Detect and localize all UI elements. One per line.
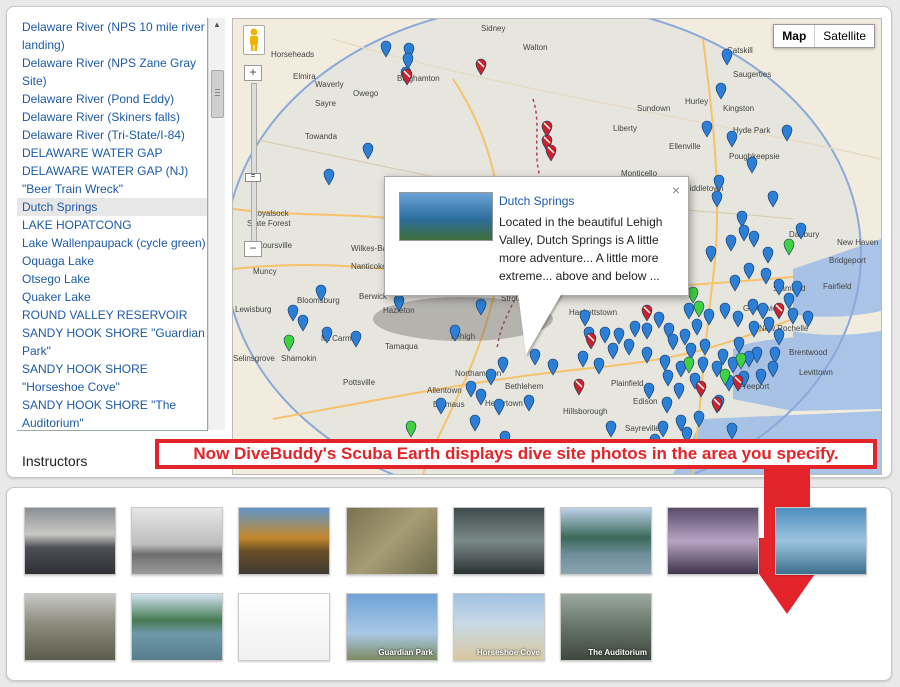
map-place-label: Owego	[353, 89, 379, 98]
map-place-label: Kingston	[723, 104, 754, 113]
map-place-label: Saugerties	[733, 70, 771, 79]
map-place-label: Bridgeport	[829, 256, 867, 265]
map-place-label: Selinsgrove	[233, 354, 275, 363]
map-place-label: Pottsville	[343, 378, 376, 387]
dive-site-item[interactable]: DELAWARE WATER GAP (NJ) "Beer Train Wrec…	[22, 162, 207, 198]
photo-caption: Horseshoe Cove	[476, 648, 540, 657]
zoom-in-button[interactable]: +	[244, 65, 262, 81]
info-window-title[interactable]: Dutch Springs	[499, 194, 574, 208]
map-type-control: Map Satellite	[773, 24, 875, 48]
photo-horseshoe-cove[interactable]: Horseshoe Cove	[453, 593, 545, 661]
pegman-icon[interactable]	[243, 25, 265, 55]
map-place-label: Edison	[633, 397, 657, 406]
map-place-label: New Haven	[837, 238, 878, 247]
dive-site-item[interactable]: Oquaga Lake	[22, 252, 207, 270]
info-window-tail	[518, 293, 562, 355]
dive-site-item[interactable]: SANDY HOOK SHORE "Guardian Park"	[22, 324, 207, 360]
dive-site-item[interactable]: LAKE HOPATCONG	[22, 216, 207, 234]
dive-site-item[interactable]: SANDY HOOK SHORE "Horseshoe Cove"	[22, 360, 207, 396]
dive-site-item[interactable]: Quaker Lake	[22, 288, 207, 306]
dive-site-list-items: Delaware River (NPS 10 mile river landin…	[17, 18, 207, 430]
annotation-banner: Now DiveBuddy's Scuba Earth displays div…	[155, 439, 877, 469]
annotation-banner-text: Now DiveBuddy's Scuba Earth displays div…	[193, 444, 839, 463]
dive-site-item[interactable]: ROUND VALLEY RESERVOIR	[22, 306, 207, 324]
photo-steamship[interactable]	[131, 507, 223, 575]
photo-auditorium[interactable]: The Auditorium	[560, 593, 652, 661]
map-place-label: Allentown	[427, 386, 462, 395]
map-place-label: Sundown	[637, 104, 670, 113]
photo-dive-map[interactable]	[238, 593, 330, 661]
map-place-label: Muncy	[253, 267, 277, 276]
zoom-slider-knob[interactable]: =	[245, 173, 261, 182]
map-place-label: Plainfield	[611, 379, 643, 388]
scrollbar-thumb[interactable]	[211, 70, 224, 118]
photo-autumn-shore[interactable]	[238, 507, 330, 575]
map-place-label: Horseheads	[271, 50, 314, 59]
scroll-up-icon[interactable]: ▲	[213, 20, 221, 29]
map-info-window: Dutch Springs Located in the beautiful L…	[384, 176, 689, 296]
grip-icon	[215, 89, 220, 90]
zoom-control: + = −	[244, 65, 262, 261]
map-place-label: Waverly	[315, 80, 344, 89]
photo-caption: The Auditorium	[588, 648, 647, 657]
close-icon[interactable]: ×	[672, 182, 680, 198]
map-place-label: Bloomsburg	[297, 296, 340, 305]
map-place-label: Towanda	[305, 132, 338, 141]
dive-site-item[interactable]: Dutch Springs	[17, 198, 207, 216]
map-type-satellite-button[interactable]: Satellite	[815, 25, 874, 47]
photo-harbor-aerial[interactable]	[775, 507, 867, 575]
photo-marina[interactable]	[131, 593, 223, 661]
dive-site-item[interactable]: Otsego Lake	[22, 270, 207, 288]
map-place-label: Sayreville	[625, 424, 660, 433]
dive-site-item[interactable]: Delaware River (Skiners falls)	[22, 108, 207, 126]
dive-site-item[interactable]: DELAWARE WATER GAP	[22, 144, 207, 162]
map-place-label: Sayre	[315, 99, 336, 108]
photo-river-boats[interactable]	[560, 507, 652, 575]
map-place-label: Levittown	[799, 368, 833, 377]
map-place-label: Shamokin	[281, 354, 317, 363]
map-place-label: Bethlehem	[505, 382, 544, 391]
map-place-label: Tamaqua	[385, 342, 418, 351]
dive-site-item[interactable]: Delaware River (Pond Eddy)	[22, 90, 207, 108]
sidebar: Delaware River (NPS 10 mile river landin…	[17, 18, 226, 473]
map-place-label: Brentwood	[789, 348, 827, 357]
map-place-label: Elmira	[293, 72, 316, 81]
map-place-label: Hyde Park	[733, 126, 771, 135]
info-window-description: Located in the beautiful Lehigh Valley, …	[499, 215, 663, 283]
map-place-label: Liberty	[613, 124, 637, 133]
list-scrollbar[interactable]: ▲	[208, 18, 225, 430]
dive-site-list: Delaware River (NPS 10 mile river landin…	[17, 18, 208, 431]
instructors-heading: Instructors	[22, 453, 88, 469]
map-place-label: Sidney	[481, 24, 505, 33]
photo-sunset-lake[interactable]	[24, 507, 116, 575]
map-place-label: Fairfield	[823, 282, 851, 291]
photo-lake-aerial[interactable]	[24, 593, 116, 661]
photo-aerial-river[interactable]	[346, 507, 438, 575]
zoom-out-button[interactable]: −	[244, 241, 262, 257]
info-window-photo[interactable]	[399, 192, 493, 241]
map-place-label: Lewisburg	[235, 305, 271, 314]
map-place-label: Walton	[523, 43, 548, 52]
dive-site-item[interactable]: Lake Wallenpaupack (cycle green)	[22, 234, 207, 252]
dive-site-item[interactable]: Delaware River (NPS 10 mile river landin…	[22, 18, 207, 54]
map-place-label: Hackettstown	[569, 308, 617, 317]
dive-site-item[interactable]: SANDY HOOK SHORE "The Auditorium"	[22, 396, 207, 430]
photo-caption: Guardian Park	[378, 648, 433, 657]
map-type-map-button[interactable]: Map	[774, 25, 816, 47]
photo-diver[interactable]	[453, 507, 545, 575]
dive-site-item[interactable]: Delaware River (NPS Zane Gray Site)	[22, 54, 207, 90]
zoom-slider-track[interactable]	[251, 83, 257, 245]
map-place-label: Hillsborough	[563, 407, 607, 416]
map-place-label: Hurley	[685, 97, 708, 106]
map-place-label: Ellenville	[669, 142, 701, 151]
map-place-label: Nanticoke	[351, 262, 387, 271]
photo-purple-dome[interactable]	[667, 507, 759, 575]
dive-site-item[interactable]: Delaware River (Tri-State/I-84)	[22, 126, 207, 144]
photo-guardian-park[interactable]: Guardian Park	[346, 593, 438, 661]
